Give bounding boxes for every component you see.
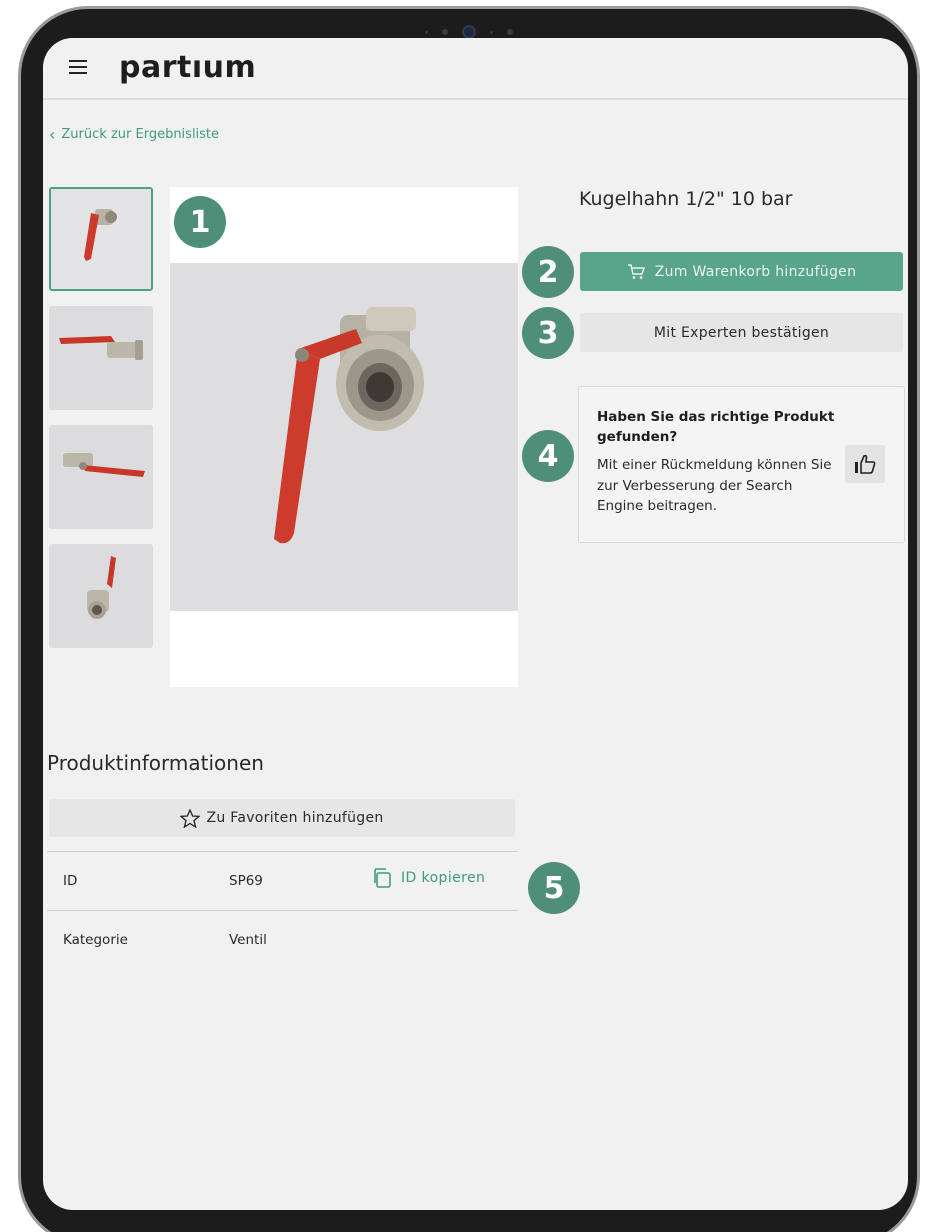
ball-valve-image <box>170 263 518 611</box>
brand-logo: partıum <box>119 50 257 85</box>
row-key: Kategorie <box>63 932 128 948</box>
valve-thumbnail-image <box>49 544 153 648</box>
thumbnail-3[interactable] <box>49 425 153 529</box>
annotation-badge-2: 2 <box>522 246 574 298</box>
valve-thumbnail-image <box>51 189 151 289</box>
expert-button-label: Mit Experten bestätigen <box>653 324 830 341</box>
copy-id-button[interactable]: ID kopieren <box>372 868 485 888</box>
annotation-badge-5: 5 <box>528 862 580 914</box>
valve-thumbnail-image <box>49 425 153 529</box>
product-info-heading: Produktinformationen <box>47 751 264 775</box>
table-row-id: ID SP69 ID kopieren <box>47 851 518 910</box>
add-to-cart-label: Zum Warenkorb hinzufügen <box>654 263 857 280</box>
thumbs-up-icon <box>855 454 876 474</box>
screen: partıum ‹ Zurück zur Ergebnisliste Kugel… <box>43 38 908 1210</box>
row-value: SP69 <box>229 873 263 889</box>
product-title: Kugelhahn 1/2" 10 bar <box>579 188 793 210</box>
product-info-table: ID SP69 ID kopieren Kategorie Ventil <box>47 851 518 969</box>
thumbnail-2[interactable] <box>49 306 153 410</box>
thumbnail-4[interactable] <box>49 544 153 648</box>
feedback-card: Haben Sie das richtige Produkt gefunden?… <box>578 386 905 543</box>
thumbnail-1[interactable] <box>49 187 153 291</box>
camera-bar <box>425 25 513 39</box>
valve-thumbnail-image <box>49 306 153 410</box>
annotation-badge-1: 1 <box>174 196 226 248</box>
thumbs-up-button[interactable] <box>845 445 885 483</box>
product-photo <box>170 263 518 611</box>
row-key: ID <box>63 873 78 889</box>
back-to-results-link[interactable]: ‹ Zurück zur Ergebnisliste <box>49 125 220 144</box>
copy-icon <box>374 868 391 888</box>
top-bar: partıum <box>43 38 908 100</box>
confirm-with-expert-button[interactable]: Mit Experten bestätigen <box>580 313 903 352</box>
table-row-category: Kategorie Ventil <box>47 910 518 969</box>
annotation-badge-4: 4 <box>522 430 574 482</box>
star-icon <box>180 808 201 828</box>
main-product-image[interactable] <box>170 187 518 687</box>
copy-id-label: ID kopieren <box>401 870 486 886</box>
annotation-badge-3: 3 <box>522 307 574 359</box>
favorites-label: Zu Favoriten hinzufügen <box>206 810 384 826</box>
back-link-label: Zurück zur Ergebnisliste <box>61 127 220 142</box>
menu-icon[interactable] <box>69 60 87 74</box>
feedback-text: Mit einer Rückmeldung können Sie zur Ver… <box>597 457 832 514</box>
chevron-left-icon: ‹ <box>49 125 56 144</box>
add-to-cart-button[interactable]: Zum Warenkorb hinzufügen <box>580 252 903 291</box>
row-value: Ventil <box>229 932 267 948</box>
cart-icon <box>627 263 645 279</box>
feedback-title: Haben Sie das richtige Produkt gefunden? <box>597 409 835 445</box>
add-to-favorites-button[interactable]: Zu Favoriten hinzufügen <box>49 799 515 837</box>
